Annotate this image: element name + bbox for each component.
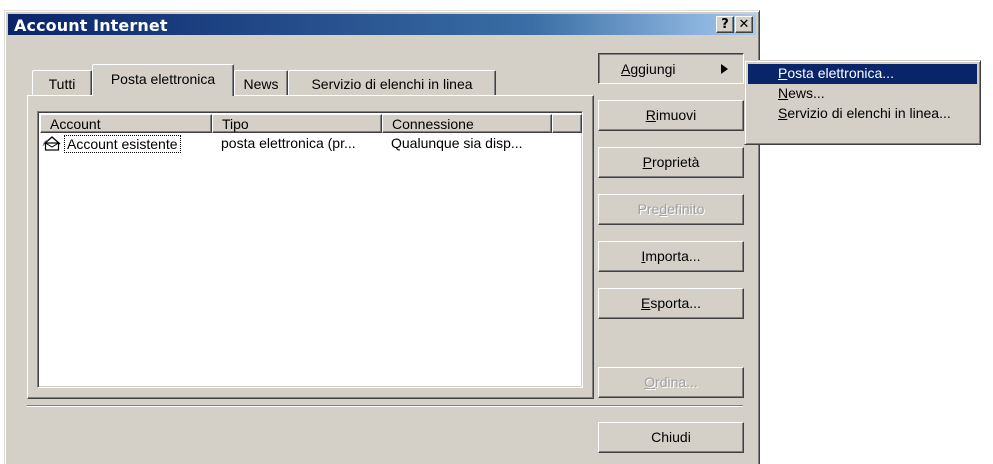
tab-posta-elettronica[interactable]: Posta elettronica <box>92 64 234 96</box>
column-header-connessione[interactable]: Connessione <box>382 114 552 133</box>
arrow-right-icon <box>721 64 728 74</box>
tab-tutti[interactable]: Tutti <box>32 70 92 96</box>
cell-tipo: posta elettronica (pr... <box>221 135 356 151</box>
menu-item-posta-elettronica[interactable]: Posta elettronica... <box>748 64 977 84</box>
menu-item-news[interactable]: News... <box>748 84 977 104</box>
tab-panel: Account Tipo Connessione Account esisten… <box>27 95 594 399</box>
account-name: Account esistente <box>64 135 181 153</box>
account-list[interactable]: Account Tipo Connessione Account esisten… <box>37 111 583 388</box>
menu-item-servizio-elenchi[interactable]: Servizio di elenchi in linea... <box>748 104 977 124</box>
table-row[interactable]: Account esistente posta elettronica (pr.… <box>40 134 580 154</box>
esporta-button[interactable]: Esporta... <box>598 288 744 319</box>
cell-connessione: Qualunque sia disp... <box>391 135 523 151</box>
separator <box>27 405 743 407</box>
mail-account-icon <box>42 136 61 151</box>
chiudi-button[interactable]: Chiudi <box>598 422 744 453</box>
title-bar[interactable]: Account Internet ? ✕ <box>8 14 756 35</box>
predefinito-button[interactable]: Predefinito <box>598 194 744 225</box>
rimuovi-button[interactable]: Rimuovi <box>598 100 744 131</box>
ordina-button[interactable]: Ordina... <box>598 367 744 398</box>
window-title: Account Internet <box>14 16 168 35</box>
tab-news[interactable]: News <box>234 70 288 96</box>
tab-servizio-elenchi[interactable]: Servizio di elenchi in linea <box>288 70 496 96</box>
aggiungi-submenu: Posta elettronica... News... Servizio di… <box>744 60 981 145</box>
column-header-tipo[interactable]: Tipo <box>212 114 382 133</box>
close-button[interactable]: ✕ <box>735 16 753 33</box>
proprieta-button[interactable]: Proprietà <box>598 147 744 178</box>
help-button[interactable]: ? <box>716 16 734 33</box>
column-header-account[interactable]: Account <box>40 114 212 133</box>
column-header-filler[interactable] <box>552 114 582 133</box>
aggiungi-button[interactable]: Aggiungi <box>598 53 744 84</box>
cell-account: Account esistente <box>42 134 212 153</box>
importa-button[interactable]: Importa... <box>598 241 744 272</box>
